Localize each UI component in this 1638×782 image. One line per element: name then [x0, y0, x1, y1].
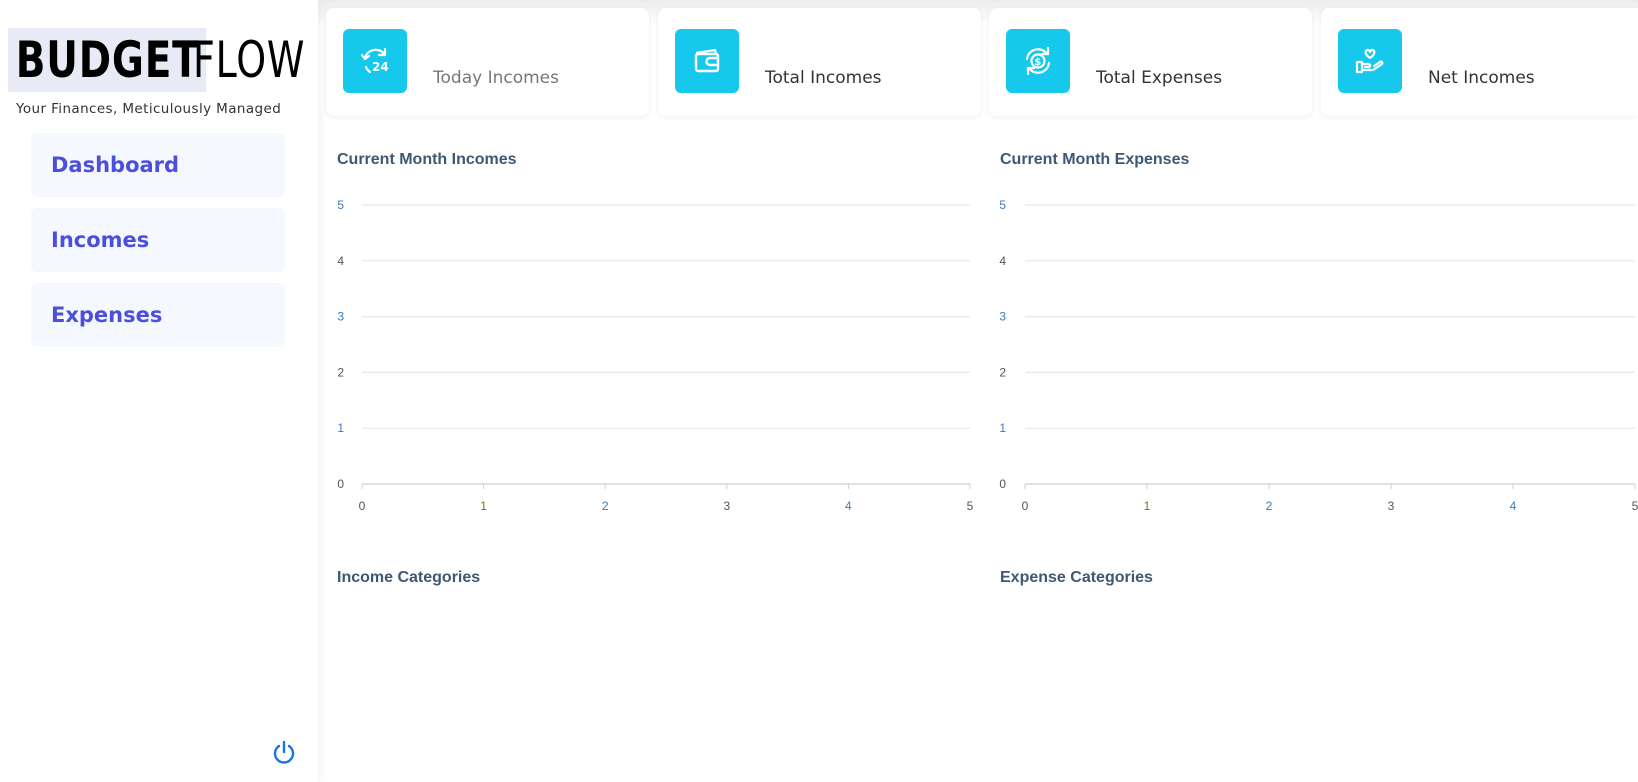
brand-tagline: Your Finances, Meticulously Managed [16, 101, 282, 117]
sidebar-item-expenses[interactable]: Expenses [31, 283, 285, 347]
dollar-cycle-icon: $ [1006, 29, 1070, 93]
x-tick-label: 2 [1266, 499, 1273, 513]
y-tick-label: 2 [337, 365, 344, 379]
chart-current-month-incomes: 0 1 2 3 4 5 0 1 2 3 4 5 [337, 198, 974, 513]
x-tick-label: 0 [359, 499, 366, 513]
stat-card-total-expenses: $ Total Expenses [989, 8, 1312, 116]
hand-heart-icon [1338, 29, 1402, 93]
chart-current-month-expenses: 0 1 2 3 4 5 0 1 2 3 4 5 [999, 198, 1638, 513]
svg-text:24: 24 [372, 60, 389, 74]
stat-card-net-incomes: Net Incomes [1321, 8, 1638, 116]
y-tick-label: 4 [337, 254, 344, 268]
y-tick-label: 4 [999, 254, 1006, 268]
sidebar-item-label: Incomes [51, 228, 150, 252]
stat-card-total-incomes: Total Incomes [658, 8, 981, 116]
y-tick-label: 5 [999, 198, 1006, 212]
sidebar-item-incomes[interactable]: Incomes [31, 208, 285, 272]
sidebar-item-dashboard[interactable]: Dashboard [31, 133, 285, 197]
24h-refresh-icon: 24 [343, 29, 407, 93]
y-tick-label: 3 [337, 310, 344, 324]
y-tick-label: 0 [999, 477, 1006, 491]
x-tick-label: 5 [1632, 499, 1638, 513]
stat-label: Total Incomes [765, 68, 882, 88]
brand-word-budget: BUDGET [8, 28, 206, 92]
x-tick-label: 5 [967, 499, 974, 513]
x-tick-label: 3 [1388, 499, 1395, 513]
x-tick-label: 4 [845, 499, 852, 513]
stat-label: Net Incomes [1428, 68, 1535, 88]
x-tick-label: 4 [1510, 499, 1517, 513]
section-title-income-categories: Income Categories [337, 569, 481, 586]
svg-text:$: $ [1034, 57, 1041, 68]
stat-label: Today Incomes [433, 68, 559, 88]
y-tick-label: 1 [337, 421, 344, 435]
x-tick-label: 2 [602, 499, 609, 513]
sidebar-item-label: Dashboard [51, 153, 180, 177]
section-title-expense-categories: Expense Categories [1000, 569, 1153, 586]
power-icon[interactable] [271, 739, 297, 765]
stat-card-today-incomes: 24 Today Incomes [326, 8, 649, 116]
brand-word-flow: FLOW [193, 31, 306, 89]
wallet-icon [675, 29, 739, 93]
x-tick-label: 1 [1144, 499, 1151, 513]
x-tick-label: 1 [480, 499, 487, 513]
brand-logo[interactable]: BUDGET FLOW [8, 28, 304, 92]
x-tick-label: 3 [723, 499, 730, 513]
x-tick-label: 0 [1022, 499, 1029, 513]
stat-label: Total Expenses [1096, 68, 1223, 88]
section-title-month-incomes: Current Month Incomes [337, 151, 517, 168]
y-tick-label: 3 [999, 310, 1006, 324]
sidebar-item-label: Expenses [51, 303, 163, 327]
y-tick-label: 0 [337, 477, 344, 491]
section-title-month-expenses: Current Month Expenses [1000, 151, 1190, 168]
y-tick-label: 2 [999, 365, 1006, 379]
sidebar: BUDGET FLOW Your Finances, Meticulously … [0, 0, 318, 782]
y-tick-label: 1 [999, 421, 1006, 435]
y-tick-label: 5 [337, 198, 344, 212]
